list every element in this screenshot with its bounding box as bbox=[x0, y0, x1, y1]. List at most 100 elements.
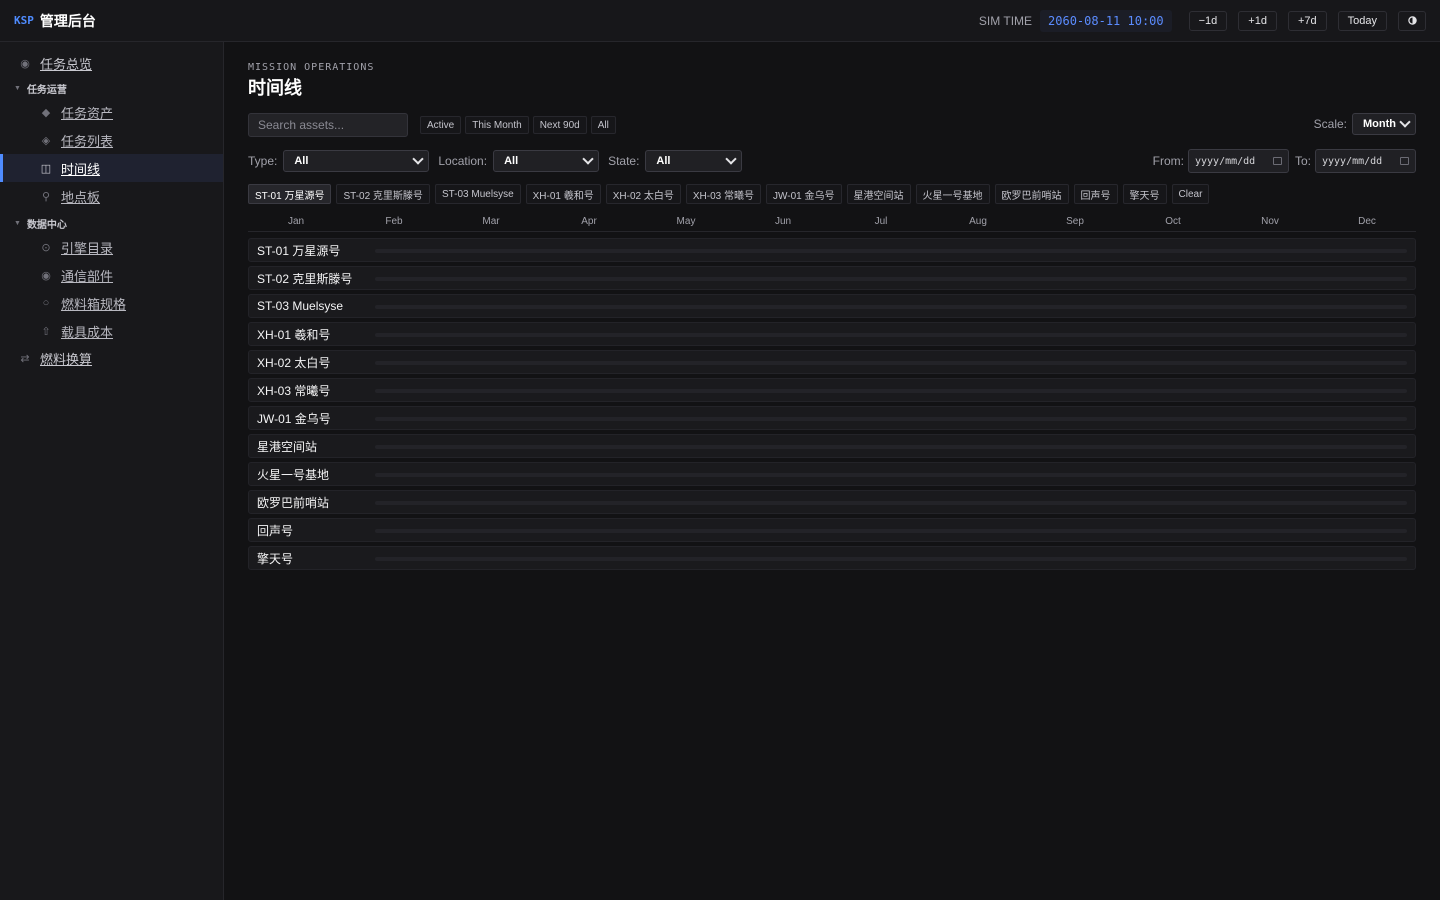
nav-overview[interactable]: ◉ 任务总览 bbox=[0, 52, 223, 74]
month-label: Dec bbox=[1358, 216, 1376, 227]
to-date-input[interactable]: yyyy/mm/dd bbox=[1315, 149, 1416, 173]
timeline-row[interactable]: ST-02 克里斯滕号 bbox=[248, 266, 1416, 290]
group-mission-ops[interactable]: ▼ 任务运营 bbox=[0, 78, 223, 98]
asset-chip[interactable]: 回声号 bbox=[1073, 184, 1118, 204]
clear-chips-button[interactable]: Clear bbox=[1171, 184, 1210, 204]
state-label: State: bbox=[608, 154, 640, 168]
filter-all[interactable]: All bbox=[590, 116, 616, 134]
radio-icon: ◉ bbox=[41, 269, 51, 282]
sim-time-label: SIM TIME bbox=[978, 13, 1033, 28]
timeline-track bbox=[375, 305, 1407, 309]
timeline-row[interactable]: 火星一号基地 bbox=[248, 462, 1416, 486]
asset-chip[interactable]: ST-02 克里斯滕号 bbox=[336, 184, 430, 204]
month-label: Sep bbox=[1066, 216, 1084, 227]
today-button[interactable]: Today bbox=[1337, 10, 1387, 31]
timeline-row[interactable]: 擎天号 bbox=[248, 546, 1416, 570]
nav-timeline[interactable]: ◫ 时间线 bbox=[0, 154, 223, 182]
nav-mission-list-label: 任务列表 bbox=[61, 133, 114, 149]
nav-mission-assets[interactable]: ◆ 任务资产 bbox=[0, 98, 223, 126]
nav-fuel-conversion[interactable]: ⇄ 燃料换算 bbox=[0, 347, 223, 369]
half-circle-icon bbox=[1407, 16, 1417, 25]
timeline-row[interactable]: XH-03 常曦号 bbox=[248, 378, 1416, 402]
to-label: To: bbox=[1294, 154, 1311, 168]
month-label: Jul bbox=[874, 216, 888, 227]
from-date-placeholder: yyyy/mm/dd bbox=[1194, 155, 1256, 167]
asset-chip[interactable]: ST-03 Muelsyse bbox=[434, 184, 521, 204]
caret-down-icon: ▼ bbox=[14, 84, 21, 92]
asset-chip[interactable]: XH-01 羲和号 bbox=[525, 184, 601, 204]
calendar-icon[interactable] bbox=[1272, 157, 1282, 165]
scale-control: Scale: Month bbox=[1314, 113, 1416, 135]
timeline-track bbox=[375, 417, 1407, 421]
nav-overview-label: 任务总览 bbox=[40, 56, 93, 72]
plus-1d-button[interactable]: +1d bbox=[1238, 10, 1277, 31]
nav-fuel-tank-specs[interactable]: ○ 燃料箱规格 bbox=[0, 289, 223, 317]
nav-location-board[interactable]: ⚲ 地点板 bbox=[0, 182, 223, 210]
asset-chip[interactable]: 擎天号 bbox=[1122, 184, 1167, 204]
timeline-row[interactable]: JW-01 金乌号 bbox=[248, 406, 1416, 430]
filter-next-90d[interactable]: Next 90d bbox=[532, 116, 587, 134]
date-range: From: yyyy/mm/dd To: yyyy/mm/dd bbox=[1153, 149, 1416, 173]
state-select[interactable]: All bbox=[645, 150, 743, 172]
calendar-icon[interactable] bbox=[1400, 157, 1409, 165]
timeline-track bbox=[375, 557, 1407, 561]
asset-chip[interactable]: 火星一号基地 bbox=[915, 184, 990, 204]
timeline-row[interactable]: 星港空间站 bbox=[248, 434, 1416, 458]
brand[interactable]: KSP 管理后台 bbox=[14, 11, 96, 31]
scale-select[interactable]: Month bbox=[1352, 113, 1416, 135]
month-label: Jun bbox=[774, 216, 792, 227]
minus-1d-button[interactable]: −1d bbox=[1188, 10, 1228, 31]
group-mission-ops-label: 任务运营 bbox=[26, 84, 67, 96]
plus-7d-button[interactable]: +7d bbox=[1287, 10, 1327, 31]
up-arrow-icon: ⇧ bbox=[41, 325, 51, 338]
timeline-row[interactable]: XH-01 羲和号 bbox=[248, 322, 1416, 346]
state-value: All bbox=[656, 155, 671, 167]
chevron-down-icon bbox=[582, 153, 594, 165]
nav-timeline-label: 时间线 bbox=[61, 161, 101, 177]
month-label: Aug bbox=[969, 216, 987, 227]
filter-this-month[interactable]: This Month bbox=[465, 116, 529, 134]
timeline-row[interactable]: ST-01 万星源号 bbox=[248, 238, 1416, 262]
theme-toggle-button[interactable] bbox=[1398, 10, 1426, 31]
row-asset-name: 擎天号 bbox=[257, 551, 294, 566]
nav-mission-list[interactable]: ◈ 任务列表 bbox=[0, 126, 223, 154]
columns-icon: ◫ bbox=[40, 162, 52, 175]
circle-icon: ○ bbox=[42, 297, 50, 309]
search-input[interactable] bbox=[248, 113, 408, 137]
timeline-row[interactable]: XH-02 太白号 bbox=[248, 350, 1416, 374]
nav-vehicle-cost[interactable]: ⇧ 载具成本 bbox=[0, 317, 223, 345]
timeline-row[interactable]: 回声号 bbox=[248, 518, 1416, 542]
nav-comm-parts[interactable]: ◉ 通信部件 bbox=[0, 261, 223, 289]
brand-logo: KSP bbox=[14, 14, 34, 27]
asset-chip[interactable]: 欧罗巴前哨站 bbox=[994, 184, 1069, 204]
row-asset-name: ST-01 万星源号 bbox=[257, 243, 341, 258]
from-date-input[interactable]: yyyy/mm/dd bbox=[1187, 149, 1289, 173]
row-asset-name: XH-02 太白号 bbox=[257, 355, 331, 370]
swap-icon: ⇄ bbox=[20, 352, 30, 365]
month-label: Jan bbox=[287, 216, 305, 227]
month-label: Apr bbox=[581, 216, 597, 227]
asset-chip[interactable]: XH-03 常曦号 bbox=[685, 184, 762, 204]
month-label: May bbox=[676, 216, 696, 227]
timeline-row[interactable]: 欧罗巴前哨站 bbox=[248, 490, 1416, 514]
asset-chip[interactable]: ST-01 万星源号 bbox=[248, 184, 332, 204]
nav-engine-catalog-label: 引擎目录 bbox=[61, 240, 114, 256]
month-label: Mar bbox=[482, 216, 500, 227]
group-data-center[interactable]: ▼ 数据中心 bbox=[0, 213, 223, 233]
row-asset-name: ST-03 Muelsyse bbox=[257, 299, 344, 313]
filter-active[interactable]: Active bbox=[420, 116, 462, 134]
main-content: MISSION OPERATIONS 时间线 Active This Month… bbox=[224, 42, 1440, 900]
type-select[interactable]: All bbox=[283, 150, 430, 172]
timeline-row[interactable]: ST-03 Muelsyse bbox=[248, 294, 1416, 318]
nav-fuel-tank-specs-label: 燃料箱规格 bbox=[61, 296, 127, 312]
asset-chip[interactable]: XH-02 太白号 bbox=[605, 184, 681, 204]
nav-engine-catalog[interactable]: ⊙ 引擎目录 bbox=[0, 233, 223, 261]
caret-down-icon: ▼ bbox=[14, 219, 21, 227]
nav-fuel-conversion-label: 燃料换算 bbox=[40, 351, 93, 367]
timeline-track bbox=[375, 277, 1407, 281]
asset-chip[interactable]: JW-01 金乌号 bbox=[766, 184, 842, 204]
row-asset-name: XH-03 常曦号 bbox=[257, 383, 331, 398]
location-select[interactable]: All bbox=[493, 150, 600, 172]
chevron-down-icon bbox=[725, 153, 738, 165]
asset-chip[interactable]: 星港空间站 bbox=[846, 184, 911, 204]
